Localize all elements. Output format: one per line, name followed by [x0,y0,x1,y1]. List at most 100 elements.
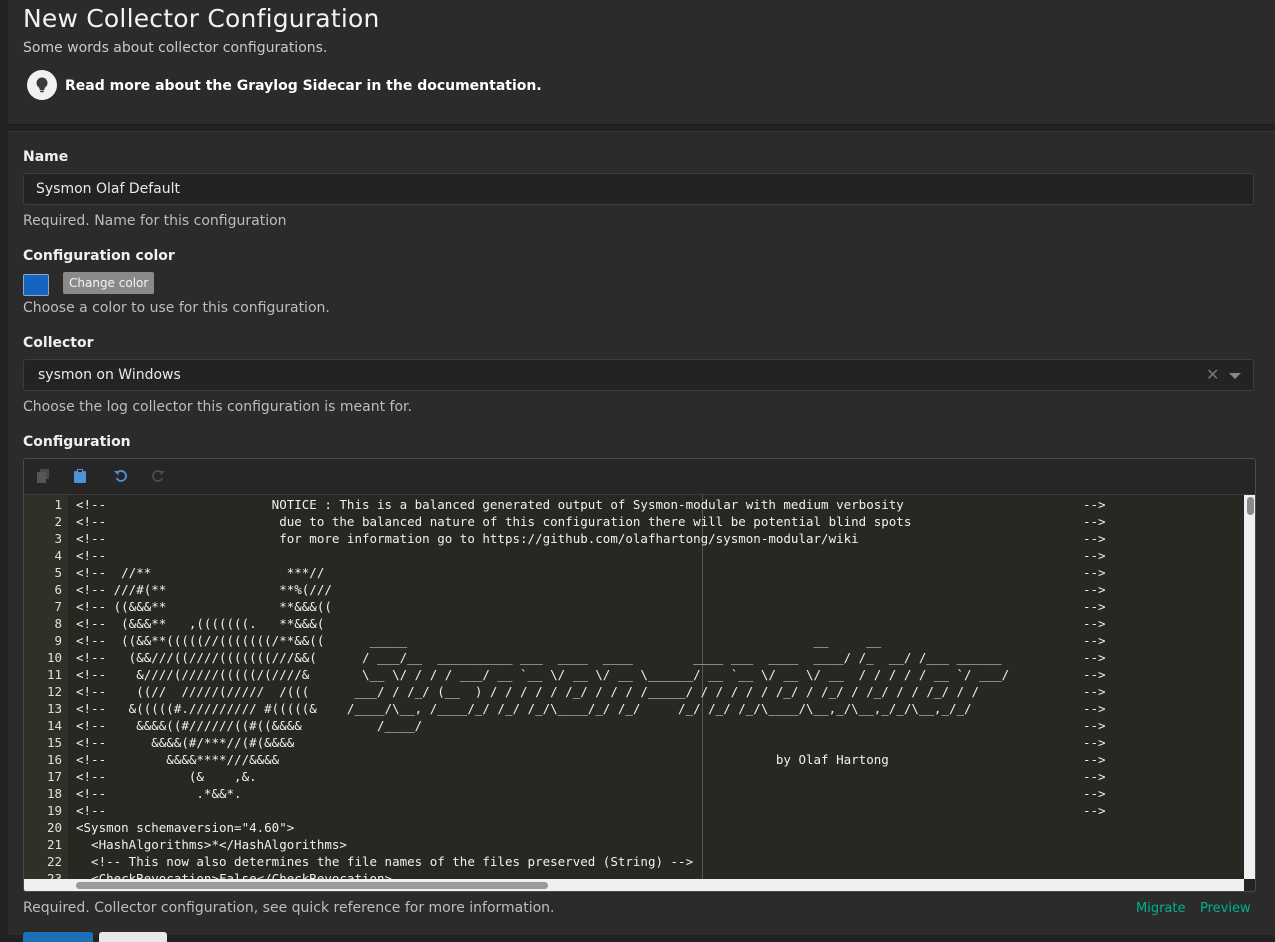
code-line[interactable]: 9 <!-- ((&&**(((((//(((((((/**&&(( _____ … [24,632,1243,649]
redo-icon[interactable] [149,467,167,485]
comment-end: --> [1083,548,1106,563]
line-number: 3 [54,531,62,546]
line-number: 14 [46,718,62,733]
code-line[interactable]: 18 <!-- .*&&*. --> [24,785,1243,802]
code-line[interactable]: 1 <!-- NOTICE : This is a balanced genera… [24,496,1243,513]
code-text: <!-- NOTICE : This is a balanced generat… [76,497,904,512]
code-text: <!-- ((// /////(///// /((( ___/ / /_/ (_… [76,684,980,699]
code-line[interactable]: 21 <HashAlgorithms>*</HashAlgorithms> [24,836,1243,853]
code-line[interactable]: 7 <!-- ((&&&** **&&&(( --> [24,598,1243,615]
copy-icon[interactable] [34,467,52,485]
name-help: Required. Name for this configuration [23,213,287,229]
code-line[interactable]: 22 <!-- This now also determines the fil… [24,853,1243,870]
code-line[interactable]: 20 <Sysmon schemaversion="4.60"> [24,819,1243,836]
color-label: Configuration color [23,248,175,264]
preview-link[interactable]: Preview [1200,901,1251,916]
code-line[interactable]: 14 <!-- &&&&((#//////((#((&&&& /____/ --> [24,717,1243,734]
code-text: <CheckRevocation>False</CheckRevocation> [76,871,393,879]
comment-end: --> [1083,531,1106,546]
code-text: <!-- &&&&(#/***//(#(&&&& [76,735,295,750]
collector-select[interactable]: sysmon on Windows ✕ [23,359,1254,391]
comment-end: --> [1083,616,1106,631]
name-input[interactable] [23,173,1254,205]
configuration-help: Required. Collector configuration, see q… [23,900,555,916]
line-number: 11 [46,667,62,682]
code-text: <!-- [76,548,107,563]
line-number: 10 [46,650,62,665]
comment-end: --> [1083,786,1106,801]
line-number: 2 [54,514,62,529]
undo-icon[interactable] [112,467,130,485]
code-text: <Sysmon schemaversion="4.60"> [76,820,295,835]
comment-end: --> [1083,514,1106,529]
horizontal-scroll-thumb[interactable] [76,882,548,889]
code-line[interactable]: 23 <CheckRevocation>False</CheckRevocati… [24,870,1243,879]
vertical-scrollbar[interactable] [1244,495,1255,879]
line-number: 13 [46,701,62,716]
code-text: <!-- ((&&**(((((//(((((((/**&&(( _____ _… [76,633,882,648]
code-text: <HashAlgorithms>*</HashAlgorithms> [76,837,347,852]
code-text: <!-- &////(/////(((((/(////& \__ \/ / / … [76,667,1010,682]
comment-end: --> [1083,565,1106,580]
code-text: <!-- .*&&*. [76,786,242,801]
comment-end: --> [1083,599,1106,614]
comment-end: --> [1083,633,1106,648]
comment-end: --> [1083,667,1106,682]
code-line[interactable]: 13 <!-- &(((((#.///////// #(((((& /____/\… [24,700,1243,717]
code-text: <!-- &(((((#.///////// #(((((& /____/\__… [76,701,972,716]
code-text: <!-- &&&&****///&&&& by Olaf Hartong [76,752,889,767]
code-text: <!-- (&&&** ,(((((((. **&&&( [76,616,325,631]
code-text: <!-- ((&&&** **&&&(( [76,599,332,614]
code-line[interactable]: 5 <!-- //** ***// --> [24,564,1243,581]
code-line[interactable]: 11 <!-- &////(/////(((((/(////& \__ \/ / … [24,666,1243,683]
configuration-label: Configuration [23,434,131,450]
line-number: 8 [54,616,62,631]
line-number: 12 [46,684,62,699]
code-text: <!-- (&&///((////(((((((///&&( / ___/__ … [76,650,1002,665]
code-text: <!-- ///#(** **%(/// [76,582,332,597]
editor-toolbar [24,459,1255,495]
line-number: 4 [54,548,62,563]
line-number: 9 [54,633,62,648]
code-text: <!-- (& ,&. [76,769,257,784]
code-line[interactable]: 8 <!-- (&&&** ,(((((((. **&&&( --> [24,615,1243,632]
code-line[interactable]: 2 <!-- due to the balanced nature of this… [24,513,1243,530]
code-line[interactable]: 6 <!-- ///#(** **%(/// --> [24,581,1243,598]
paste-icon[interactable] [71,467,89,485]
line-number: 6 [54,582,62,597]
code-line[interactable]: 16 <!-- &&&&****///&&&& by Olaf Hartong --… [24,751,1243,768]
collector-label: Collector [23,335,94,351]
code-line[interactable]: 15 <!-- &&&&(#/***//(#(&&&& --> [24,734,1243,751]
code-line[interactable]: 10 <!-- (&&///((////(((((((///&&( / ___/_… [24,649,1243,666]
line-number: 18 [46,786,62,801]
line-number: 1 [54,497,62,512]
code-line[interactable]: 19 <!-- --> [24,802,1243,819]
line-number: 5 [54,565,62,580]
code-text: <!-- for more information go to https://… [76,531,859,546]
page-header: New Collector Configuration Some words a… [8,0,1275,125]
horizontal-scrollbar[interactable] [24,879,1244,891]
color-swatch[interactable] [23,274,49,296]
line-number: 22 [46,854,62,869]
comment-end: --> [1083,752,1106,767]
comment-end: --> [1083,769,1106,784]
code-editor[interactable]: 1 <!-- NOTICE : This is a balanced genera… [23,458,1256,892]
line-number: 15 [46,735,62,750]
comment-end: --> [1083,735,1106,750]
clear-icon[interactable]: ✕ [1206,365,1219,384]
code-line[interactable]: 4 <!-- --> [24,547,1243,564]
code-text: <!-- &&&&((#//////((#((&&&& /____/ [76,718,423,733]
code-area[interactable]: 1 <!-- NOTICE : This is a balanced genera… [24,495,1243,879]
code-line[interactable]: 17 <!-- (& ,&. --> [24,768,1243,785]
change-color-button[interactable]: Change color [63,272,155,294]
comment-end: --> [1083,701,1106,716]
chevron-down-icon[interactable] [1229,373,1241,379]
code-line[interactable]: 3 <!-- for more information go to https:/… [24,530,1243,547]
vertical-scroll-thumb[interactable] [1247,497,1254,515]
line-number: 7 [54,599,62,614]
page-title: New Collector Configuration [23,4,380,33]
documentation-link[interactable]: Read more about the Graylog Sidecar in t… [65,78,542,94]
migrate-link[interactable]: Migrate [1136,901,1186,916]
line-number: 20 [46,820,62,835]
code-line[interactable]: 12 <!-- ((// /////(///// /((( ___/ / /_/ … [24,683,1243,700]
